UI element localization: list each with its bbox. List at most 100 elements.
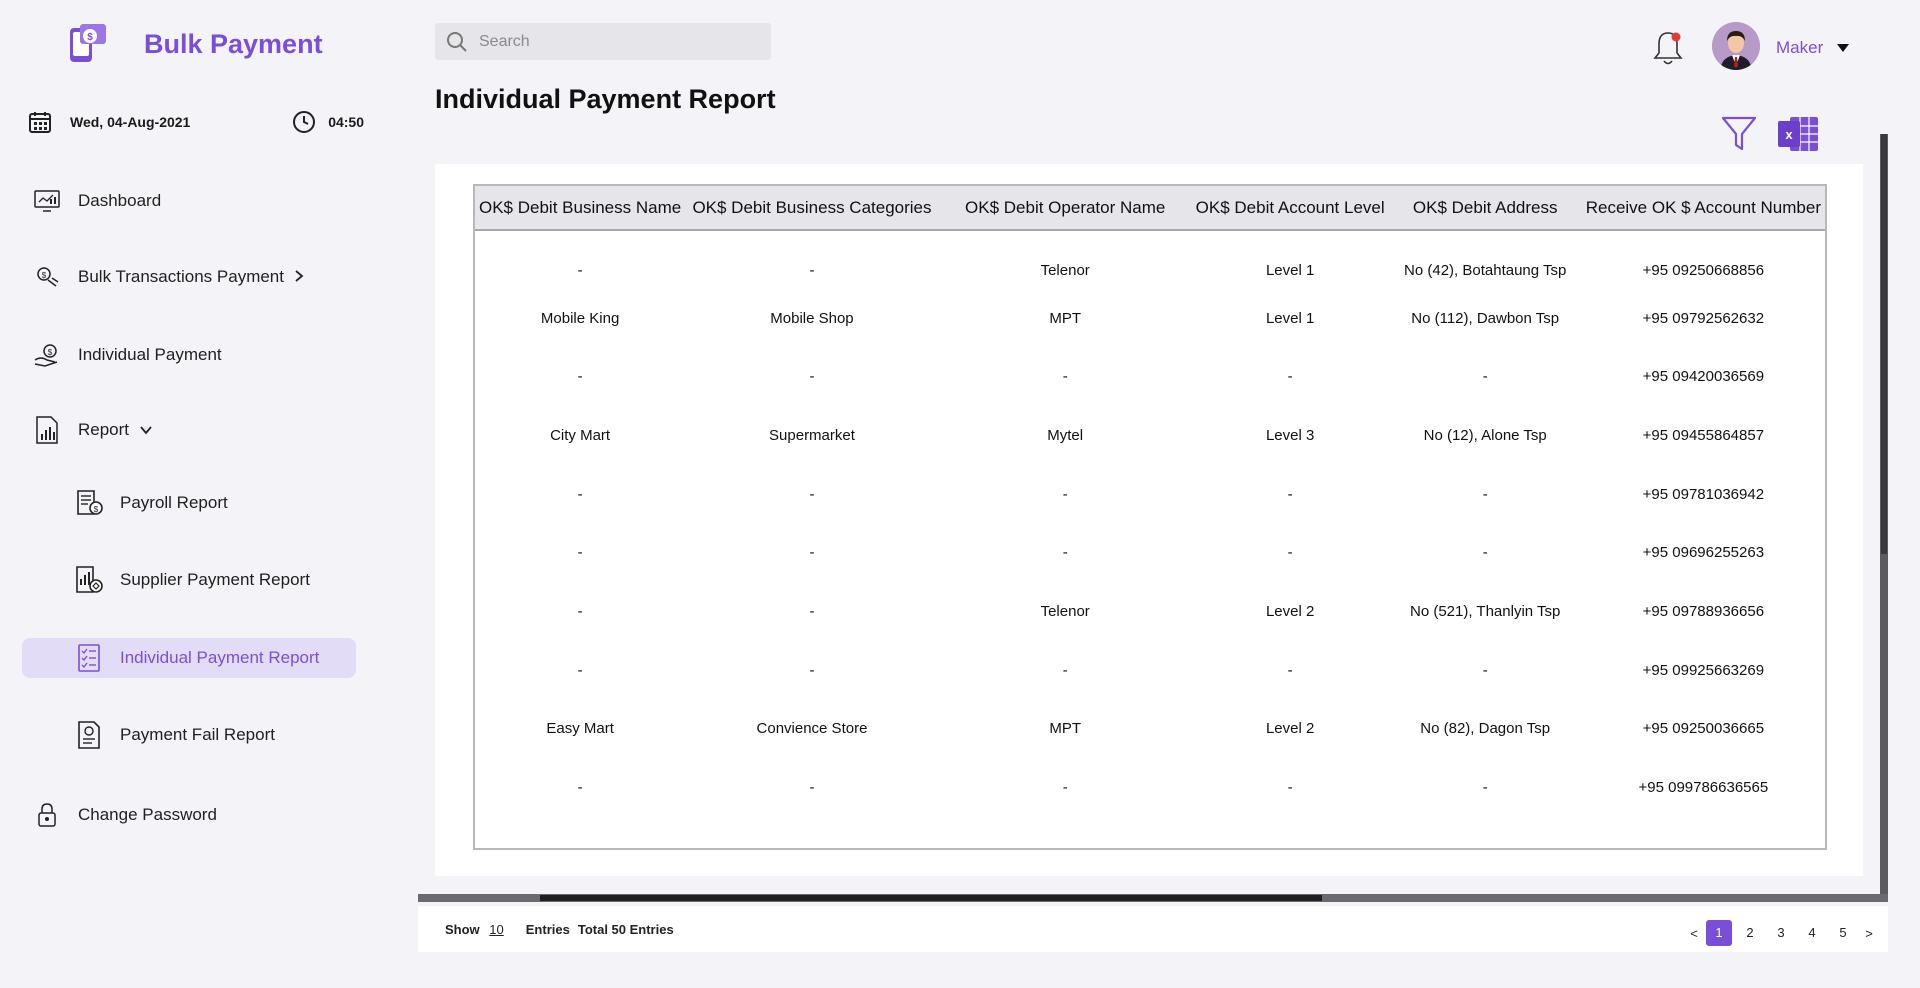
search-bar [435,23,771,60]
table-cell: Supermarket [769,426,855,444]
table-cell: MPT [1049,309,1082,327]
table-row[interactable]: - - - - - +95 09420036569 [475,347,1825,406]
table-row[interactable]: - - - - - +95 09781036942 [475,465,1825,524]
table-row[interactable]: Mobile King Mobile Shop MPT Level 1 No (112)… [475,289,1825,348]
date-time-display: Wed, 04-Aug-2021 04:50 [28,110,364,134]
svg-text:$: $ [94,505,99,514]
sidebar-item-supplier-payment-report[interactable]: Supplier Payment Report [22,560,356,600]
column-header[interactable]: OK$ Debit Account Level [1192,186,1389,230]
table-cell: - [577,779,583,797]
bell-icon [1653,32,1683,65]
table-cell: City Mart [550,426,611,444]
export-excel-button[interactable]: x [1776,114,1820,154]
svg-text:$: $ [42,271,47,280]
sidebar-item-dashboard[interactable]: Dashboard [22,181,356,221]
table-row[interactable]: - - - - - +95 09696255263 [475,523,1825,582]
sidebar-item-individual-payment[interactable]: $ Individual Payment [22,335,356,375]
table-cell: Telenor [1040,262,1090,280]
bulk-payment-logo-icon: $ [70,24,106,62]
sidebar-item-label: Dashboard [78,191,162,210]
sidebar-item-payment-fail-report[interactable]: Payment Fail Report [22,715,356,755]
table-cell: No (521), Thanlyin Tsp [1410,602,1561,620]
report-icon [30,413,64,447]
column-header[interactable]: OK$ Debit Business Categories [685,186,939,230]
table-row[interactable]: - - Telenor Level 2 No (521), Thanlyin Tsp +9… [475,582,1825,641]
notification-button[interactable] [1650,28,1686,68]
table-cell: Mobile Shop [770,309,854,327]
table-body: - - Telenor Level 1 No (42), Botahtaung Tsp +… [475,230,1825,817]
sidebar-item-report[interactable]: Report [22,410,356,450]
horizontal-scrollbar-thumb[interactable] [540,895,1322,901]
sidebar-item-label: Report [78,420,130,439]
table-cell: +95 099786636565 [1638,779,1769,797]
caret-down-icon[interactable] [1836,40,1850,56]
sidebar-item-label: Supplier Payment Report [120,570,310,589]
avatar[interactable] [1712,22,1760,70]
table-row[interactable]: Easy Mart Convience Store MPT Level 2 No (82… [475,700,1825,759]
table-cell: No (12), Alone Tsp [1423,426,1547,444]
search-icon [447,31,467,52]
sidebar-item-bulk-transactions-payment[interactable]: $ Bulk Transactions Payment [22,257,356,297]
payment-fail-report-icon [72,718,106,752]
sidebar-item-label: Individual Payment [78,345,222,364]
filter-button[interactable] [1720,114,1758,154]
page-size-select[interactable]: 10 [489,922,503,937]
table-footer: Show 10 Entries Total 50 Entries < 1 2 3… [418,906,1888,952]
sidebar-item-payroll-report[interactable]: $ Payroll Report [22,483,356,523]
page-button[interactable]: 1 [1706,920,1732,946]
table-cell: No (112), Dawbon Tsp [1411,309,1560,327]
lock-icon [30,798,64,832]
excel-icon: x [1778,117,1818,151]
table-row[interactable]: - - Telenor Level 1 No (42), Botahtaung Tsp +… [475,230,1825,289]
column-header[interactable]: OK$ Debit Business Name [475,186,685,230]
column-header[interactable]: OK$ Debit Operator Name [939,186,1192,230]
prev-page-button[interactable]: < [1687,926,1701,941]
table-header-row: OK$ Debit Business Name OK$ Debit Busine… [475,186,1825,230]
column-header[interactable]: Receive OK $ Account Number [1582,186,1825,230]
table-cell: +95 09788936656 [1642,602,1765,620]
sidebar-item-change-password[interactable]: Change Password [22,795,356,835]
page-button[interactable]: 2 [1737,920,1763,946]
vertical-scrollbar-thumb[interactable] [1881,134,1887,554]
table-cell: - [577,368,583,386]
table-row[interactable]: - - - - - +95 099786636565 [475,758,1825,817]
table-cell: - [1482,779,1488,797]
table-row[interactable]: City Mart Supermarket Mytel Level 3 No (12),… [475,406,1825,465]
column-header[interactable]: OK$ Debit Address [1389,186,1582,230]
next-page-button[interactable]: > [1862,926,1876,941]
page-title: Individual Payment Report [435,84,776,114]
sidebar-item-individual-payment-report[interactable]: Individual Payment Report [22,638,356,678]
table-cell: +95 09455864857 [1642,426,1765,444]
brand[interactable]: $ Bulk Payment [64,20,323,68]
sidebar-item-label: Bulk Transactions Payment [78,267,284,286]
app-title: Bulk Payment [144,28,323,59]
page-button[interactable]: 5 [1830,920,1856,946]
pagination: < 1 2 3 4 5 > [1687,920,1876,946]
table-cell: - [1287,368,1293,386]
page-button[interactable]: 3 [1768,920,1794,946]
table-cell: - [1482,485,1488,503]
individual-payment-icon: $ [30,338,64,372]
table-cell: Level 1 [1265,262,1315,280]
time-wrap: 04:50 [292,110,364,134]
table-cell: Mobile King [540,309,620,327]
table-cell: - [1482,368,1488,386]
table-cell: - [577,661,583,679]
table-cell: - [809,368,815,386]
table-cell: +95 09420036569 [1642,368,1765,386]
page-button[interactable]: 4 [1799,920,1825,946]
supplier-payment-report-icon [72,563,106,597]
table-cell: - [809,661,815,679]
table-cell: Easy Mart [546,720,614,738]
show-entries: Show 10 [445,922,504,937]
search-input[interactable] [479,32,749,51]
table-cell: - [1062,661,1068,679]
table-cell: Level 2 [1265,720,1315,738]
table-cell: - [1287,779,1293,797]
table-row[interactable]: - - - - - +95 09925663269 [475,641,1825,700]
table-cell: Level 3 [1265,426,1315,444]
show-label: Show [445,921,480,937]
table-cell: - [809,779,815,797]
user-name[interactable]: Maker [1776,38,1823,58]
calendar-icon [29,112,51,133]
